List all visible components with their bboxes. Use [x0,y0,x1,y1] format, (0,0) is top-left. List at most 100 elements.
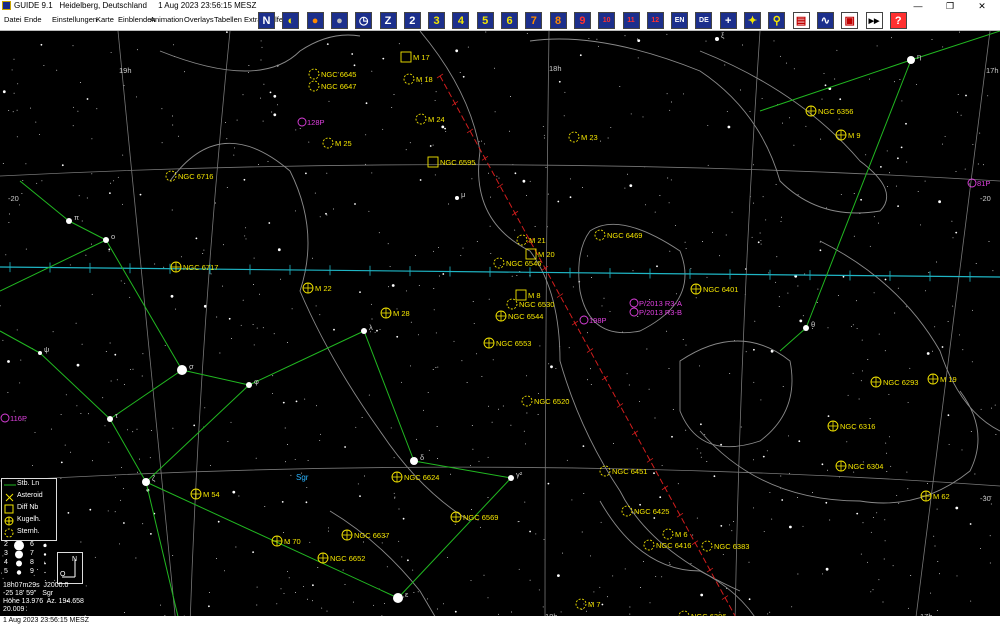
level-4-icon[interactable]: 4 [452,12,470,29]
image-icon[interactable]: ▣ [841,12,859,29]
bright-star[interactable] [66,218,72,224]
deep-sky-object[interactable]: M 70 [271,535,301,547]
deep-sky-object[interactable]: NGC 6416 [643,539,691,551]
field-star [885,442,887,444]
deep-sky-object[interactable]: NGC 6546 [493,257,541,269]
deep-sky-object[interactable]: M 25 [322,137,352,149]
deep-sky-object[interactable]: NGC 6624 [391,471,439,483]
deep-sky-object[interactable]: NGC 6647 [308,80,356,92]
deep-sky-object[interactable]: M 19 [927,373,957,385]
bright-star[interactable] [715,37,719,41]
bright-star[interactable] [103,237,109,243]
level-2-icon[interactable]: 2 [403,12,421,29]
field-star [450,473,452,475]
deep-sky-object[interactable]: M 9 [835,129,861,141]
deep-sky-object[interactable]: NGC 6652 [317,552,365,564]
deep-sky-object[interactable]: NGC 6316 [827,420,875,432]
comet[interactable]: P/2013 R3-B [629,307,682,317]
moon-phase-icon[interactable]: ◐ [282,12,300,29]
document-icon[interactable]: ▤ [792,12,810,29]
comet[interactable]: 128P [297,117,325,127]
clock-icon[interactable]: ◷ [355,12,373,29]
bright-star[interactable] [410,457,418,465]
telescope-icon[interactable]: ⚲ [768,12,786,29]
level-12-icon[interactable]: 12 [646,12,664,29]
chart-icon[interactable]: ∿ [816,12,834,29]
language-de-icon[interactable]: DE [695,12,713,29]
deep-sky-object[interactable]: M 23 [568,131,598,143]
deep-sky-object[interactable]: M 28 [380,307,410,319]
deep-sky-object[interactable]: NGC 6401 [690,283,738,295]
bright-star[interactable] [142,478,150,486]
help-icon[interactable]: ? [889,12,907,29]
deep-sky-object[interactable]: M 7 [575,598,601,610]
deep-sky-object[interactable]: NGC 6304 [835,460,883,472]
deep-sky-object[interactable]: M 22 [302,282,332,294]
sun-icon[interactable]: ● [306,12,324,29]
deep-sky-object[interactable]: NGC 6383 [701,540,749,552]
north-up-icon[interactable]: N [258,12,275,29]
bright-star[interactable] [907,56,915,64]
level-11-icon[interactable]: 11 [622,12,640,29]
level-6-icon[interactable]: 6 [501,12,518,29]
comet[interactable]: P/2013 R3-A [629,298,682,308]
zoom-icon[interactable]: Z [379,12,397,29]
language-en-icon[interactable]: EN [671,12,689,29]
deep-sky-object[interactable]: M 17 [400,51,430,63]
bright-star[interactable] [393,593,403,603]
menu-ende[interactable]: Ende [24,15,42,24]
deep-sky-object[interactable]: NGC 6637 [341,529,389,541]
moon-icon[interactable]: ● [330,12,348,29]
deep-sky-object[interactable]: M 21 [516,234,546,246]
maximize-button[interactable]: ❐ [936,0,964,12]
bright-star[interactable] [107,416,113,422]
deep-sky-object[interactable]: NGC 6544 [495,310,543,322]
deep-sky-object[interactable]: NGC 6717 [170,261,218,273]
level-9-icon[interactable]: 9 [573,12,591,29]
bright-star[interactable] [246,382,252,388]
add-marker-icon[interactable]: + [719,12,737,29]
bright-star[interactable] [177,365,187,375]
deep-sky-object[interactable]: NGC 6645 [308,68,356,80]
deep-sky-object[interactable]: M 8 [515,289,541,301]
deep-sky-object[interactable]: M 20 [525,248,555,260]
deep-sky-object[interactable]: NGC 6356 [805,105,853,117]
star-chart[interactable]: λ σ φ τ ζ δ ε γ² μ ο π ψ η θ ξ M 17 M 18 NGC 6645 NGC 6647… [0,31,1000,625]
deep-sky-object[interactable]: NGC 6520 [521,395,569,407]
level-7-icon[interactable]: 7 [525,12,543,29]
comet[interactable]: 198P [579,315,607,325]
menu-datei[interactable]: Datei [4,15,22,24]
deep-sky-object[interactable]: NGC 6716 [165,170,213,182]
menu-animation[interactable]: Animation [150,15,183,24]
bright-star[interactable] [455,196,459,200]
constellation-name: Sgr [296,473,309,482]
deep-sky-object[interactable]: M 62 [920,490,950,502]
menu-karte[interactable]: Karte [96,15,114,24]
level-8-icon[interactable]: 8 [549,12,567,29]
menu-einstellungen[interactable]: Einstellungen [52,15,97,24]
deep-sky-object[interactable]: NGC 6469 [594,229,642,241]
level-10-icon[interactable]: 10 [598,12,616,29]
deep-sky-object[interactable]: M 6 [662,528,688,540]
deep-sky-object[interactable]: NGC 6595 [427,156,475,168]
deep-sky-object[interactable]: NGC 6530 [506,298,554,310]
bright-star[interactable] [508,475,514,481]
deep-sky-object[interactable]: M 24 [415,113,445,125]
comet[interactable]: 116P [0,413,27,423]
magnitude-label: 5 [4,568,8,575]
level-5-icon[interactable]: 5 [476,12,494,29]
star-catalog-icon[interactable]: ✦ [744,12,761,29]
deep-sky-object[interactable]: NGC 6293 [870,376,918,388]
bright-star[interactable] [38,351,42,355]
chart-canvas[interactable]: λ σ φ τ ζ δ ε γ² μ ο π ψ η θ ξ M 17 M 18 NGC 6645 NGC 6647… [0,31,1000,625]
menu-overlays[interactable]: Overlays [184,15,214,24]
close-button[interactable]: ✕ [968,0,996,12]
menu-tabellen[interactable]: Tabellen [214,15,242,24]
deep-sky-object[interactable]: NGC 6553 [483,337,531,349]
minimize-button[interactable]: — [904,0,932,12]
fast-forward-icon[interactable]: ▶▶ [865,12,883,29]
level-3-icon[interactable]: 3 [428,12,446,29]
bright-star[interactable] [803,325,809,331]
bright-star[interactable] [361,328,367,334]
deep-sky-object[interactable]: M 18 [403,73,433,85]
